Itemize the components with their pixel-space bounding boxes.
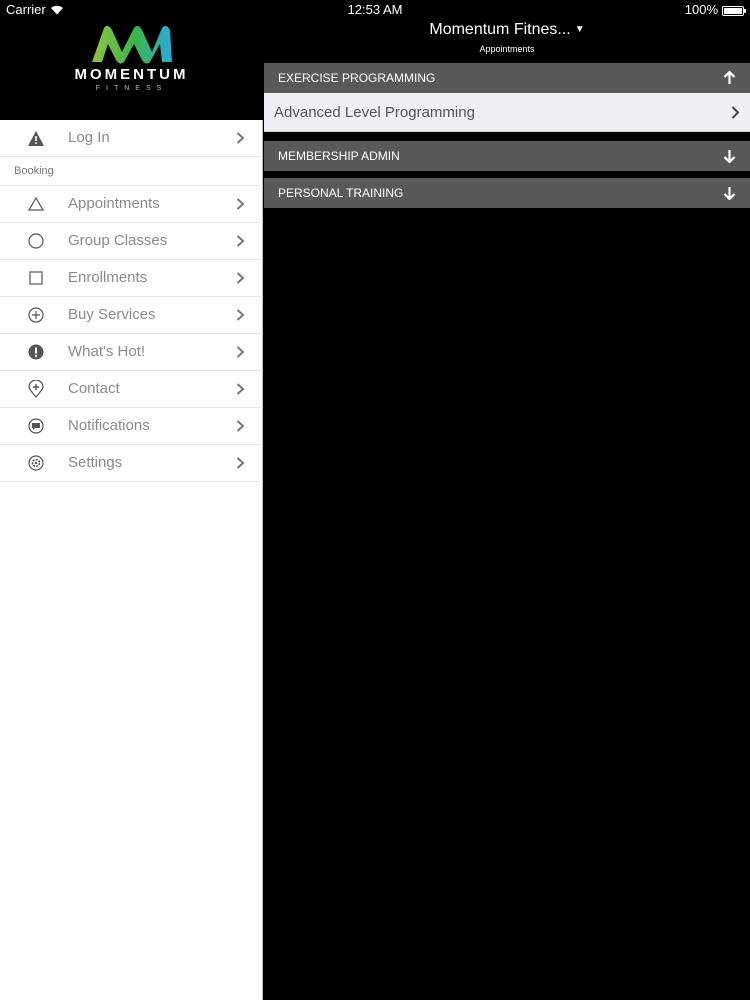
sidebar-item-label: What's Hot! — [68, 343, 146, 360]
chevron-right-icon — [236, 346, 245, 358]
status-bar: Carrier 12:53 AM 100% — [0, 0, 750, 20]
chevron-right-icon — [731, 106, 740, 119]
section-header-label: EXERCISE PROGRAMMING — [278, 71, 436, 85]
sidebar-menu: Log In Booking Appointments Group Classe… — [0, 120, 263, 482]
section-header-label: PERSONAL TRAINING — [278, 186, 404, 200]
arrow-up-icon — [723, 71, 736, 84]
sidebar-item-label: Appointments — [68, 195, 160, 212]
location-selector[interactable]: Momentum Fitnes... ▼ — [264, 21, 750, 39]
sidebar-item-contact[interactable]: Contact — [0, 371, 263, 408]
plus-circle-icon — [27, 306, 45, 324]
sidebar-item-buy-services[interactable]: Buy Services — [0, 297, 263, 334]
location-pin-icon — [27, 380, 45, 398]
section-header-label: MEMBERSHIP ADMIN — [278, 149, 400, 163]
arrow-down-icon — [723, 187, 736, 200]
momentum-logo-icon — [92, 25, 172, 64]
dropdown-caret-icon: ▼ — [574, 24, 585, 35]
section-label-booking: Booking — [0, 157, 263, 186]
battery-percent: 100% — [684, 2, 718, 17]
exclamation-icon — [27, 343, 45, 361]
battery-status: 100% — [684, 0, 746, 20]
sidebar-item-label: Buy Services — [68, 306, 156, 323]
gear-icon — [27, 454, 45, 472]
sidebar-item-label: Enrollments — [68, 269, 148, 286]
circle-icon — [27, 232, 45, 250]
sidebar-item-settings[interactable]: Settings — [0, 445, 263, 482]
sidebar-item-group-classes[interactable]: Group Classes — [0, 223, 263, 260]
chevron-right-icon — [236, 383, 245, 395]
chevron-right-icon — [236, 235, 245, 247]
sidebar-item-notifications[interactable]: Notifications — [0, 408, 263, 445]
section-header-personal-training[interactable]: PERSONAL TRAINING — [264, 178, 750, 208]
sidebar-item-appointments[interactable]: Appointments — [0, 186, 263, 223]
chevron-right-icon — [236, 132, 245, 144]
sidebar-item-login[interactable]: Log In — [0, 120, 263, 157]
sidebar-item-enrollments[interactable]: Enrollments — [0, 260, 263, 297]
triangle-icon — [27, 195, 45, 213]
brand-tagline: FITNESS — [95, 85, 168, 92]
sidebar-item-label: Log In — [68, 129, 110, 146]
warning-icon — [27, 129, 45, 147]
list-item-advanced-level-programming[interactable]: Advanced Level Programming — [264, 93, 750, 132]
carrier-info: Carrier — [6, 0, 64, 20]
sidebar-item-label: Contact — [68, 380, 120, 397]
app-screen: MOMENTUM FITNESS Log In Booking Appointm… — [0, 0, 750, 1000]
battery-icon — [722, 5, 746, 16]
arrow-down-icon — [723, 150, 736, 163]
sidebar-item-whats-hot[interactable]: What's Hot! — [0, 334, 263, 371]
wifi-icon — [50, 5, 63, 15]
page-title: Momentum Fitnes... — [429, 21, 571, 38]
page-subtitle: Appointments — [479, 44, 535, 54]
sidebar-item-label: Group Classes — [68, 232, 168, 249]
main-panel: Momentum Fitnes... ▼ Appointments EXERCIS… — [264, 0, 750, 1000]
sidebar-item-label: Settings — [68, 454, 123, 471]
chevron-right-icon — [236, 457, 245, 469]
square-icon — [27, 269, 45, 287]
chevron-right-icon — [236, 198, 245, 210]
list-item-label: Advanced Level Programming — [274, 104, 475, 121]
sidebar: MOMENTUM FITNESS Log In Booking Appointm… — [0, 0, 263, 1000]
carrier-label: Carrier — [6, 2, 46, 17]
chevron-right-icon — [236, 420, 245, 432]
brand-name: MOMENTUM — [74, 66, 189, 83]
chevron-right-icon — [236, 309, 245, 321]
sidebar-item-label: Notifications — [68, 417, 150, 434]
battery-fill — [724, 7, 742, 14]
chevron-right-icon — [236, 272, 245, 284]
section-header-membership-admin[interactable]: MEMBERSHIP ADMIN — [264, 141, 750, 171]
speech-bubble-icon — [27, 417, 45, 435]
status-time: 12:53 AM — [347, 2, 403, 17]
section-header-exercise-programming[interactable]: EXERCISE PROGRAMMING — [264, 63, 750, 93]
